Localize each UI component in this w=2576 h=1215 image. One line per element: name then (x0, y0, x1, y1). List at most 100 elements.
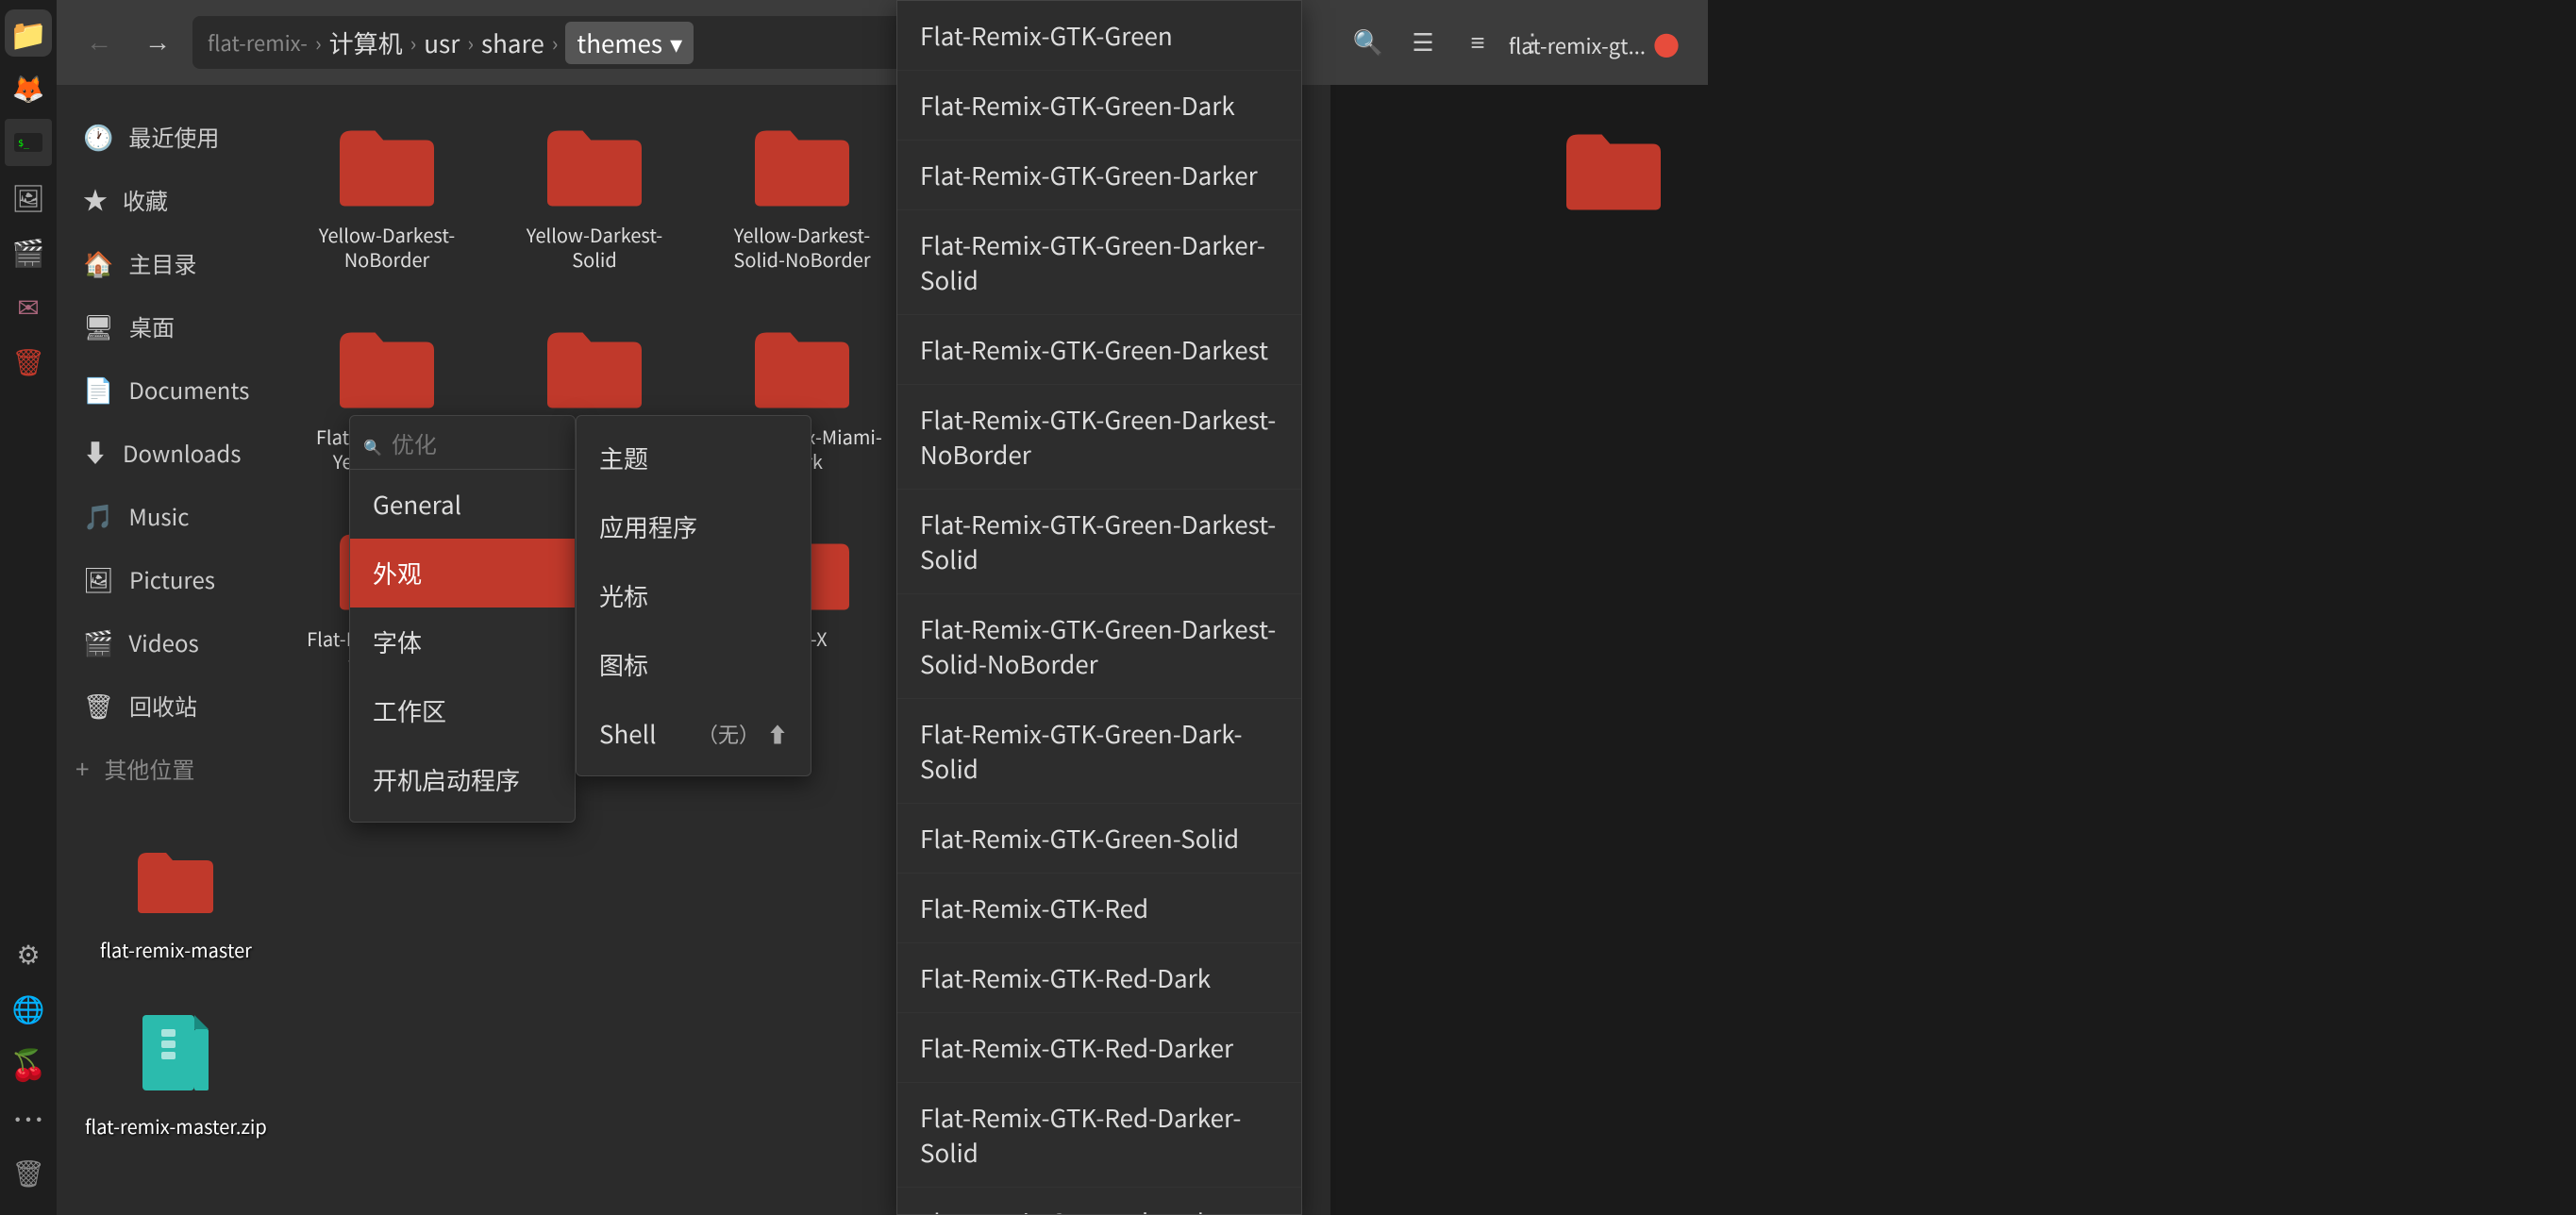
sidebar-label-add: 其他位置 (104, 752, 194, 785)
sidebar-item-pictures[interactable]: 🖼 Pictures (64, 548, 266, 609)
appearance-icons[interactable]: 图标 (577, 630, 811, 699)
tweaks-item-startup[interactable]: 开机启动程序 (350, 745, 575, 814)
sidebar-item-recent[interactable]: 🕐 最近使用 (64, 106, 266, 167)
desktop-icon: 🖥 (83, 308, 114, 343)
sidebar-item-music[interactable]: 🎵 Music (64, 485, 266, 546)
theme-item-gtk-red-darkest[interactable]: Flat-Remix-GTK-Red-Darkest (897, 1188, 1301, 1215)
breadcrumb-sep1: › (315, 27, 322, 58)
settings-taskbar-icon[interactable]: ⚙ (5, 930, 52, 977)
taskbar: 📁 🦊 $_ 🖼 🎬 ✉ 🗑 ⚙ 🌐 🍒 ⋯ 🗑 (0, 0, 57, 1215)
theme-item-gtk-green-darkest-noborder[interactable]: Flat-Remix-GTK-Green-Darkest-NoBorder (897, 385, 1301, 490)
documents-icon: 📄 (83, 372, 113, 407)
desktop-zip-flat-remix[interactable]: flat-remix-master.zip (66, 1001, 286, 1158)
sidebar-item-desktop[interactable]: 🖥 桌面 (64, 295, 266, 357)
sidebar-add-location[interactable]: + 其他位置 (57, 738, 274, 799)
pictures-icon: 🖼 (83, 561, 114, 596)
theme-item-gtk-green-darker[interactable]: Flat-Remix-GTK-Green-Darker (897, 141, 1301, 210)
theme-item-gtk-red-darker-solid[interactable]: Flat-Remix-GTK-Red-Darker-Solid (897, 1083, 1301, 1188)
breadcrumb-dropdown-arrow: ▾ (670, 25, 682, 60)
theme-list: Flat-Remix-GTK-GreenFlat-Remix-GTK-Green… (896, 0, 1302, 1215)
shell-label: Shell (599, 716, 656, 751)
appearance-cursor[interactable]: 光标 (577, 561, 811, 630)
trash2-taskbar-icon[interactable]: 🗑 (5, 1149, 52, 1196)
right-search-button[interactable]: 🔍 (1346, 20, 1391, 65)
shell-badge-text: （无） (697, 719, 760, 749)
folder-item-f1[interactable]: Yellow-Darkest-NoBorder (293, 104, 481, 287)
theme-item-gtk-red-darker[interactable]: Flat-Remix-GTK-Red-Darker (897, 1013, 1301, 1083)
home-icon: 🏠 (83, 245, 113, 280)
tweaks-item-general[interactable]: General (350, 470, 575, 539)
sidebar-item-videos[interactable]: 🎬 Videos (64, 611, 266, 673)
breadcrumb-themes-label: themes (577, 25, 662, 60)
apps-taskbar-icon[interactable]: ⋯ (5, 1094, 52, 1141)
zip-svg-icon (138, 1010, 213, 1095)
theme-item-gtk-red[interactable]: Flat-Remix-GTK-Red (897, 874, 1301, 943)
sidebar-label-pictures: Pictures (129, 562, 215, 595)
right-panel-dot: ● (1653, 26, 1680, 64)
theme-item-gtk-green-darkest[interactable]: Flat-Remix-GTK-Green-Darkest (897, 315, 1301, 385)
breadcrumb-computer[interactable]: 计算机 (329, 25, 403, 60)
theme-item-gtk-green-darkest-solid-noborder[interactable]: Flat-Remix-GTK-Green-Darkest-Solid-NoBor… (897, 594, 1301, 699)
breadcrumb-usr[interactable]: usr (424, 25, 460, 60)
theme-item-gtk-green-darker-solid[interactable]: Flat-Remix-GTK-Green-Darker-Solid (897, 210, 1301, 315)
appearance-apps[interactable]: 应用程序 (577, 492, 811, 561)
terminal-taskbar-icon[interactable]: $_ (5, 119, 52, 166)
tweaks-menu: 🔍 General 外观 字体 工作区 开机启动程序 (349, 415, 576, 823)
folder-item-f3[interactable]: Yellow-Darkest-Solid-NoBorder (708, 104, 896, 287)
forward-button[interactable]: → (134, 19, 181, 66)
folder-name-f2: Yellow-Darkest-Solid (510, 223, 679, 272)
mail-taskbar-icon[interactable]: ✉ (5, 283, 52, 330)
breadcrumb-share[interactable]: share (481, 25, 544, 60)
sidebar-label-home: 主目录 (128, 246, 196, 279)
right-view-button[interactable]: ☰ (1400, 20, 1446, 65)
video-taskbar-icon[interactable]: 🎬 (5, 228, 52, 275)
tweaks-item-fonts[interactable]: 字体 (350, 608, 575, 676)
shell-badge: （无） ⬆ (697, 719, 788, 749)
theme-item-gtk-green-dark-solid[interactable]: Flat-Remix-GTK-Green-Dark-Solid (897, 699, 1301, 804)
right-panel: 🔍 ☰ ≡ ⋮ flat-remix-gt... ● (1330, 0, 1708, 1215)
desktop-zip-label: flat-remix-master.zip (75, 1103, 276, 1149)
shell-upload-icon: ⬆ (767, 719, 788, 749)
theme-item-gtk-green[interactable]: Flat-Remix-GTK-Green (897, 1, 1301, 71)
theme-item-gtk-green-dark[interactable]: Flat-Remix-GTK-Green-Dark (897, 71, 1301, 141)
breadcrumb-sep3: › (467, 27, 474, 58)
right-panel-folder-icon (1557, 123, 1670, 217)
appearance-shell[interactable]: Shell （无） ⬆ (577, 699, 811, 768)
sidebar-label-desktop: 桌面 (129, 309, 175, 342)
recent-icon: 🕐 (83, 119, 113, 154)
trash-taskbar-icon[interactable]: 🗑 (5, 338, 52, 385)
tweaks-item-appearance[interactable]: 外观 (350, 539, 575, 608)
image-taskbar-icon[interactable]: 🖼 (5, 174, 52, 221)
sidebar-item-documents[interactable]: 📄 Documents (64, 358, 266, 420)
theme-item-gtk-green-solid[interactable]: Flat-Remix-GTK-Green-Solid (897, 804, 1301, 874)
right-sort-button[interactable]: ≡ (1455, 20, 1500, 65)
appearance-theme[interactable]: 主题 (577, 424, 811, 492)
sidebar-item-bookmarks[interactable]: ★ 收藏 (64, 169, 266, 230)
folder-item-f2[interactable]: Yellow-Darkest-Solid (500, 104, 689, 287)
sidebar-item-home[interactable]: 🏠 主目录 (64, 232, 266, 293)
back-button[interactable]: ← (75, 19, 123, 66)
folder-icon-f3 (745, 119, 859, 213)
firefox-taskbar-icon[interactable]: 🦊 (5, 64, 52, 111)
files-taskbar-icon[interactable]: 📁 (5, 9, 52, 57)
breadcrumb-location-label: flat-remix- (208, 27, 308, 58)
breadcrumb-themes-dropdown[interactable]: themes ▾ (565, 22, 694, 64)
trash-sidebar-icon: 🗑 (83, 688, 114, 723)
theme-item-gtk-green-darkest-solid[interactable]: Flat-Remix-GTK-Green-Darkest-Solid (897, 490, 1301, 594)
theme-item-gtk-red-dark[interactable]: Flat-Remix-GTK-Red-Dark (897, 943, 1301, 1013)
folder-svg-icon (133, 843, 218, 919)
chrome-taskbar-icon[interactable]: 🌐 (5, 985, 52, 1032)
tweaks-item-workspace[interactable]: 工作区 (350, 676, 575, 745)
cherry-taskbar-icon[interactable]: 🍒 (5, 1040, 52, 1087)
desktop-folder-flat-remix[interactable]: flat-remix-master (81, 834, 271, 982)
downloads-icon: ⬇ (83, 435, 108, 470)
tweaks-search-icon: 🔍 (363, 435, 382, 458)
sidebar-label-downloads: Downloads (123, 436, 241, 469)
sidebar-item-downloads[interactable]: ⬇ Downloads (64, 422, 266, 483)
folder-name-f3: Yellow-Darkest-Solid-NoBorder (717, 223, 887, 272)
add-icon: + (75, 751, 89, 786)
sidebar-item-trash[interactable]: 🗑 回收站 (64, 674, 266, 736)
videos-icon: 🎬 (83, 624, 113, 659)
right-panel-path: flat-remix-gt... (1509, 30, 1646, 60)
desktop-items: flat-remix-master flat-remix-master.zip (66, 834, 286, 1158)
